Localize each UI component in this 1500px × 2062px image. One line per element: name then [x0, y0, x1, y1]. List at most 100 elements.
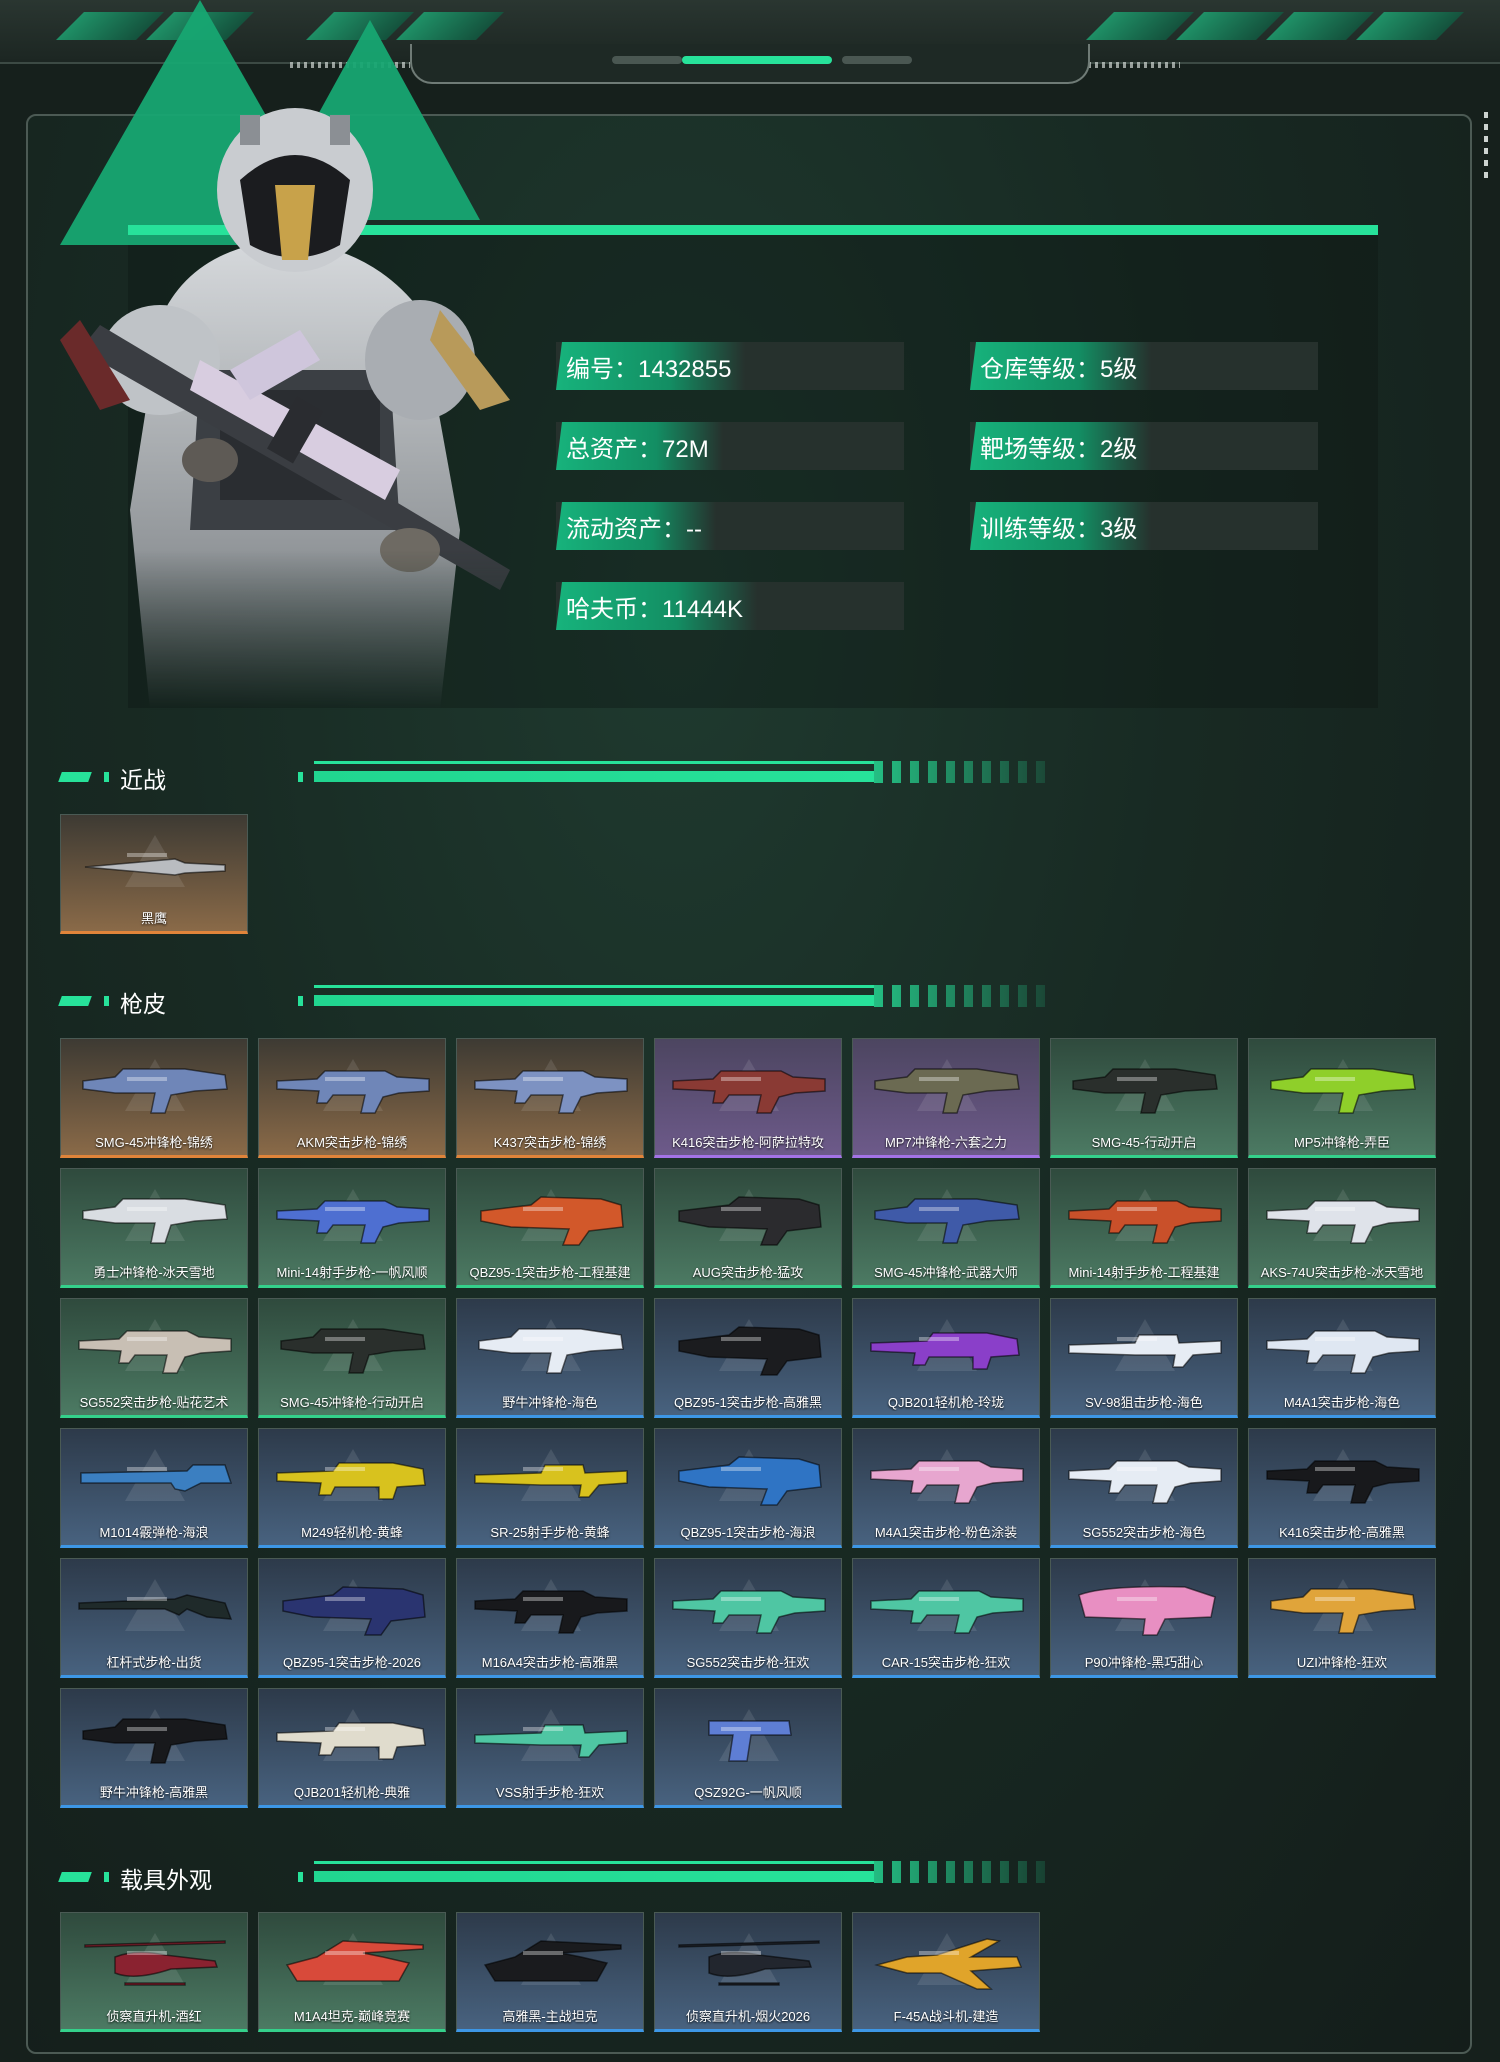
gun-skin-card[interactable]: 勇士冲锋枪-冰天雪地 — [60, 1168, 248, 1288]
rifle-icon — [474, 1590, 628, 1634]
gun-skin-name: SG552突击步枪-贴花艺术 — [79, 1395, 229, 1410]
gun-skin-name: QJB201轻机枪-典雅 — [293, 1785, 411, 1800]
rifle-icon — [870, 1460, 1024, 1504]
gun-skin-card[interactable]: QJB201轻机枪-玲珑 — [852, 1298, 1040, 1418]
stat-id: 编号：1432855 — [556, 342, 904, 390]
bullpup-icon — [678, 1326, 822, 1376]
gun-skin-card[interactable]: K416突击步枪-阿萨拉特攻 — [654, 1038, 842, 1158]
rifle-icon — [1266, 1330, 1420, 1374]
gun-skin-name: VSS射手步枪-狂欢 — [495, 1785, 605, 1800]
gun-skin-card[interactable]: QBZ95-1突击步枪-工程基建 — [456, 1168, 644, 1288]
stat-liquid-assets: 流动资产：-- — [556, 502, 904, 550]
gun-skin-name: Mini-14射手步枪-一帆风顺 — [276, 1265, 428, 1280]
operator-avatar — [60, 108, 510, 710]
smg-icon — [280, 1328, 426, 1374]
stat-range-level: 靶场等级：2级 — [970, 422, 1318, 470]
lmg-icon — [870, 1332, 1020, 1370]
vehicle-skin-card[interactable]: 侦察直升机-烟火2026 — [654, 1912, 842, 2032]
gun-skin-card[interactable]: Mini-14射手步枪-工程基建 — [1050, 1168, 1238, 1288]
gun-skin-card[interactable]: UZI冲锋枪-狂欢 — [1248, 1558, 1436, 1678]
pistol-icon — [708, 1720, 792, 1762]
gun-skin-card[interactable]: SMG-45-行动开启 — [1050, 1038, 1238, 1158]
gun-skin-card[interactable]: M1014霰弹枪-海浪 — [60, 1428, 248, 1548]
smg-icon — [874, 1198, 1020, 1244]
gun-skin-name: AKM突击步枪-锦绣 — [296, 1135, 408, 1150]
gun-skin-card[interactable]: QSZ92G-一帆风顺 — [654, 1688, 842, 1808]
gun-skin-card[interactable]: QJB201轻机枪-典雅 — [258, 1688, 446, 1808]
gun-skin-card[interactable]: 野牛冲锋枪-高雅黑 — [60, 1688, 248, 1808]
shotgun-icon — [80, 1464, 233, 1492]
gun-skin-card[interactable]: SV-98狙击步枪-海色 — [1050, 1298, 1238, 1418]
gun-skin-card[interactable]: M4A1突击步枪-海色 — [1248, 1298, 1436, 1418]
smg-icon — [1072, 1068, 1218, 1114]
gun-skin-card[interactable]: M4A1突击步枪-粉色涂装 — [852, 1428, 1040, 1548]
tank-icon — [483, 1940, 622, 1982]
stat-warehouse-level: 仓库等级：5级 — [970, 342, 1318, 390]
stat-total-assets-label: 总资产：72M — [556, 422, 723, 470]
gun-skin-name: K416突击步枪-高雅黑 — [1279, 1525, 1405, 1540]
gun-skin-name: AUG突击步枪-猛攻 — [692, 1265, 804, 1280]
gun-skin-card[interactable]: 杠杆式步枪-出货 — [60, 1558, 248, 1678]
gun-skin-card[interactable]: MP5冲锋枪-弄臣 — [1248, 1038, 1436, 1158]
gun-skin-name: SMG-45-行动开启 — [1091, 1135, 1197, 1150]
smg-icon — [874, 1068, 1020, 1114]
rifle-icon — [474, 1070, 628, 1114]
rifle-icon — [672, 1070, 826, 1114]
vehicle-skin-card[interactable]: 高雅黑-主战坦克 — [456, 1912, 644, 2032]
gun-skin-name: QBZ95-1突击步枪-2026 — [283, 1655, 421, 1670]
gun-skin-name: MP5冲锋枪-弄臣 — [1293, 1135, 1391, 1150]
vehicle-skin-card[interactable]: M1A4坦克-巅峰竞赛 — [258, 1912, 446, 2032]
gun-skin-card[interactable]: SG552突击步枪-狂欢 — [654, 1558, 842, 1678]
section-header-melee: 近战 — [58, 758, 1058, 798]
gun-skin-card[interactable]: AUG突击步枪-猛攻 — [654, 1168, 842, 1288]
gun-skin-card[interactable]: AKS-74U突击步枪-冰天雪地 — [1248, 1168, 1436, 1288]
tank-icon — [285, 1940, 424, 1982]
gun-skin-name: M4A1突击步枪-海色 — [1283, 1395, 1401, 1410]
gun-skin-name: M4A1突击步枪-粉色涂装 — [874, 1525, 1018, 1540]
gun-skin-card[interactable]: SG552突击步枪-贴花艺术 — [60, 1298, 248, 1418]
gun-skin-card[interactable]: SG552突击步枪-海色 — [1050, 1428, 1238, 1548]
gun-skin-card[interactable]: SR-25射手步枪-黄蜂 — [456, 1428, 644, 1548]
gun-skin-name: QBZ95-1突击步枪-工程基建 — [469, 1265, 631, 1280]
gun-skin-card[interactable]: SMG-45冲锋枪-武器大师 — [852, 1168, 1040, 1288]
gun-skin-card[interactable]: QBZ95-1突击步枪-2026 — [258, 1558, 446, 1678]
vehicle-skin-name: 侦察直升机-烟火2026 — [685, 2009, 811, 2024]
gun-skin-card[interactable]: Mini-14射手步枪-一帆风顺 — [258, 1168, 446, 1288]
stat-liquid-assets-label: 流动资产：-- — [556, 502, 716, 550]
scroll-indicator[interactable] — [1484, 112, 1488, 182]
gun-skin-card[interactable]: K437突击步枪-锦绣 — [456, 1038, 644, 1158]
gun-skin-name: QBZ95-1突击步枪-海浪 — [680, 1525, 816, 1540]
gun-skin-name: 杠杆式步枪-出货 — [106, 1655, 202, 1670]
gun-skin-card[interactable]: M249轻机枪-黄蜂 — [258, 1428, 446, 1548]
jet-icon — [874, 1938, 1023, 1990]
lmg-icon — [276, 1722, 426, 1760]
rifle-icon — [78, 1330, 232, 1374]
gun-skin-card[interactable]: CAR-15突击步枪-狂欢 — [852, 1558, 1040, 1678]
gun-skin-card[interactable]: 野牛冲锋枪-海色 — [456, 1298, 644, 1418]
smg-icon — [478, 1328, 624, 1374]
p90-icon — [1078, 1585, 1216, 1636]
stat-warehouse-level-label: 仓库等级：5级 — [970, 342, 1152, 390]
gun-skin-name: SR-25射手步枪-黄蜂 — [490, 1525, 610, 1540]
gun-skin-card[interactable]: SMG-45冲锋枪-锦绣 — [60, 1038, 248, 1158]
gun-skin-card[interactable]: QBZ95-1突击步枪-海浪 — [654, 1428, 842, 1548]
gun-skin-card[interactable]: K416突击步枪-高雅黑 — [1248, 1428, 1436, 1548]
gun-skin-card[interactable]: MP7冲锋枪-六套之力 — [852, 1038, 1040, 1158]
gun-skin-name: SMG-45冲锋枪-锦绣 — [95, 1135, 213, 1150]
gun-skin-card[interactable]: VSS射手步枪-狂欢 — [456, 1688, 644, 1808]
gun-skin-card[interactable]: SMG-45冲锋枪-行动开启 — [258, 1298, 446, 1418]
gun-skin-card[interactable]: M16A4突击步枪-高雅黑 — [456, 1558, 644, 1678]
rifle-icon — [276, 1070, 430, 1114]
gun-skin-name: M249轻机枪-黄蜂 — [301, 1525, 403, 1540]
gun-skin-name: 野牛冲锋枪-海色 — [502, 1395, 598, 1410]
lever-rifle-icon — [78, 1594, 233, 1620]
vehicle-skin-card[interactable]: 侦察直升机-酒红 — [60, 1912, 248, 2032]
melee-item-card[interactable]: 黑鹰 — [60, 814, 248, 934]
vehicle-skin-card[interactable]: F-45A战斗机-建造 — [852, 1912, 1040, 2032]
gun-skin-card[interactable]: QBZ95-1突击步枪-高雅黑 — [654, 1298, 842, 1418]
gun-skin-card[interactable]: AKM突击步枪-锦绣 — [258, 1038, 446, 1158]
gun-skin-card[interactable]: P90冲锋枪-黑巧甜心 — [1050, 1558, 1238, 1678]
section-header-gun-skins: 枪皮 — [58, 982, 1058, 1022]
gun-skin-name: QBZ95-1突击步枪-高雅黑 — [673, 1395, 823, 1410]
sniper-icon — [1068, 1334, 1222, 1368]
